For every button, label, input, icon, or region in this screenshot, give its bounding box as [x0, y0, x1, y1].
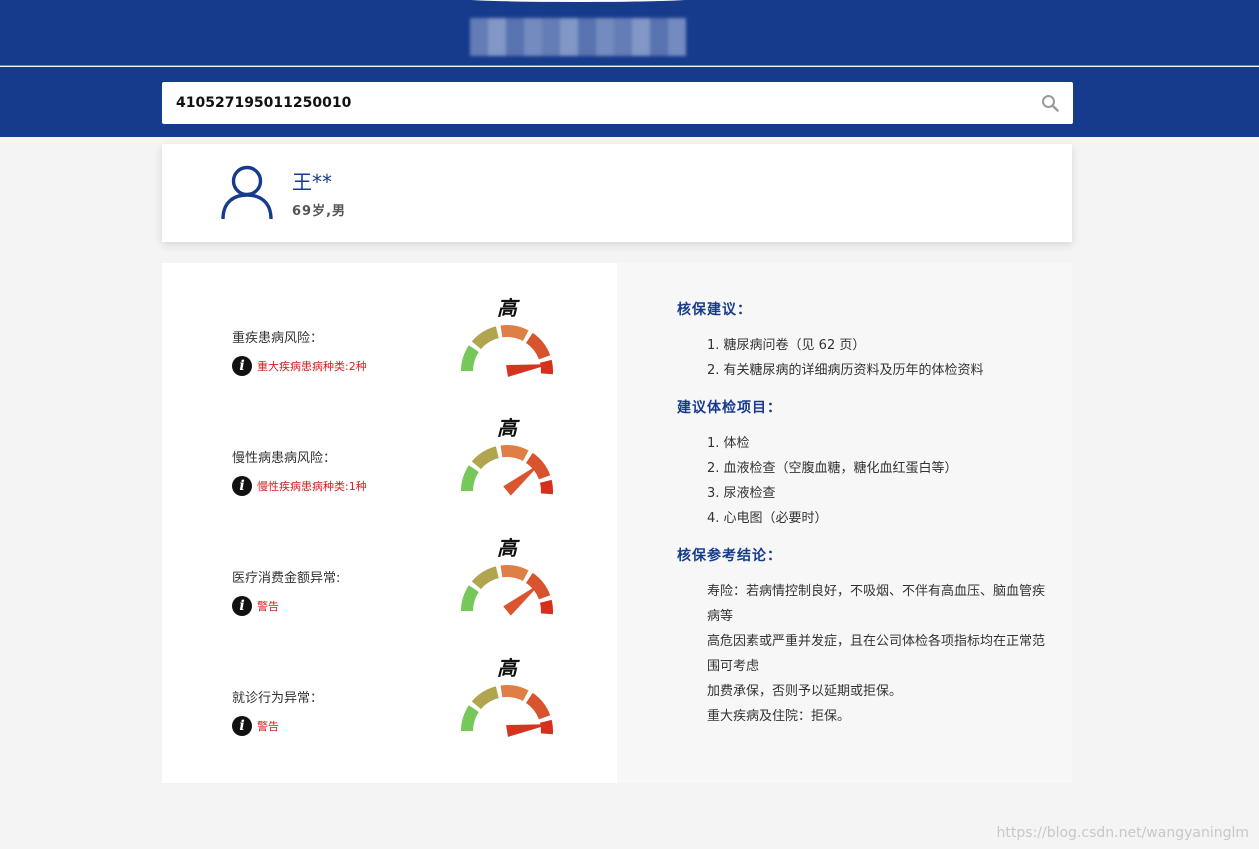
gauge-segment [539, 599, 553, 615]
advice-list: 1. 糖尿病问卷（见 62 页） 2. 有关糖尿病的详细病历资料及历年的体检资料 [707, 333, 1047, 383]
risk-label: 就诊行为异常： [232, 691, 324, 706]
conclusion-line: 高危因素或严重并发症，且在公司体检各项指标均在正常范围可考虑 [707, 634, 1046, 674]
risk-row-chronic-disease: 慢性病患病风险： i 慢性疾病患病种类:1种 高 [162, 391, 617, 511]
conclusion-line: 寿险：若病情控制良好，不吸烟、不伴有高血压、脑血管疾病等 [707, 584, 1046, 624]
risk-row-medical-spending: 医疗消费金额异常: i 警告 高 [162, 511, 617, 631]
header-bar [0, 0, 1259, 66]
gauge-segment [471, 326, 499, 350]
conclusion-title: 核保参考结论： [677, 548, 782, 564]
gauge-segment [500, 445, 529, 461]
underwriting-panel: 核保建议： 1. 糖尿病问卷（见 62 页） 2. 有关糖尿病的详细病历资料及历… [617, 263, 1072, 783]
underwriting-content: 核保建议： 1. 糖尿病问卷（见 62 页） 2. 有关糖尿病的详细病历资料及历… [677, 299, 1047, 729]
search-input[interactable] [176, 82, 1016, 124]
risk-gauge: 高 [461, 296, 553, 377]
gauge-needle [503, 582, 541, 616]
risk-note-text: 警告 [257, 600, 279, 613]
gauge-segment [526, 332, 551, 360]
gauge-segment [500, 685, 529, 701]
risk-note-text: 警告 [257, 720, 279, 733]
risk-note: i 警告 [232, 595, 279, 617]
gauge-segment [526, 572, 551, 600]
risk-gauge: 高 [461, 536, 553, 616]
logo-decoration [455, 0, 701, 2]
gauge-level-text: 高 [497, 536, 520, 560]
gauge-level-text: 高 [497, 656, 520, 680]
watermark: https://blog.csdn.net/wangyaninglm [996, 825, 1249, 841]
gauge-level-text: 高 [497, 416, 520, 440]
gauge-segment [461, 345, 479, 371]
list-item: 2. 血液检查（空腹血糖，糖化血红蛋白等） [707, 461, 958, 476]
risk-label: 医疗消费金额异常: [232, 571, 341, 586]
profile-age-gender: 69岁,男 [292, 204, 347, 219]
risk-note: i 警告 [232, 715, 279, 737]
main-panel: 重疾患病风险： i 重大疾病患病种类:2种 高 慢性病患病风险： i 慢性疾病患… [162, 263, 1072, 783]
user-avatar-icon [221, 165, 273, 220]
risk-note-text: 慢性疾病患病种类:1种 [257, 480, 367, 493]
list-item: 2. 有关糖尿病的详细病历资料及历年的体检资料 [707, 363, 984, 378]
exam-title: 建议体检项目： [677, 400, 782, 416]
gauge-segment [500, 565, 529, 581]
gauge-segment [539, 479, 553, 495]
list-item: 1. 糖尿病问卷（见 62 页） [707, 338, 866, 353]
risk-gauge: 高 [461, 656, 553, 737]
info-icon[interactable]: i [232, 716, 252, 736]
list-item: 1. 体检 [707, 436, 750, 451]
search-icon[interactable] [1041, 94, 1059, 112]
gauge-segment [526, 692, 551, 720]
gauge-segment [539, 719, 553, 735]
exam-list: 1. 体检 2. 血液检查（空腹血糖，糖化血红蛋白等） 3. 尿液检查 4. 心… [707, 431, 1047, 531]
risk-row-visit-behavior: 就诊行为异常： i 警告 高 [162, 631, 617, 751]
info-icon[interactable]: i [232, 596, 252, 616]
risk-gauge: 高 [461, 416, 553, 496]
gauge-level-text: 高 [497, 296, 520, 320]
info-icon[interactable]: i [232, 476, 252, 496]
gauge-segment [461, 705, 479, 731]
gauge-segment [539, 359, 553, 375]
conclusion-text: 寿险：若病情控制良好，不吸烟、不伴有高血压、脑血管疾病等 高危因素或严重并发症，… [707, 579, 1047, 729]
risk-note: i 重大疾病患病种类:2种 [232, 355, 367, 377]
risk-row-critical-illness: 重疾患病风险： i 重大疾病患病种类:2种 高 [162, 271, 617, 391]
gauge-segment [461, 465, 479, 491]
risk-note: i 慢性疾病患病种类:1种 [232, 475, 367, 497]
risk-label: 重疾患病风险： [232, 331, 324, 346]
advice-title: 核保建议： [677, 302, 752, 318]
profile-card: 王** 69岁,男 [162, 144, 1072, 242]
conclusion-line: 重大疾病及住院：拒保。 [707, 709, 851, 724]
list-item: 4. 心电图（必要时） [707, 511, 828, 526]
risk-note-text: 重大疾病患病种类:2种 [257, 360, 367, 373]
search-box [162, 82, 1073, 124]
info-icon[interactable]: i [232, 356, 252, 376]
gauge-segment [471, 566, 499, 590]
blurred-logo [470, 18, 686, 56]
search-bar [0, 67, 1259, 137]
gauge-segment [526, 452, 551, 480]
gauge-segment [471, 686, 499, 710]
gauge-needle [503, 462, 541, 496]
list-item: 3. 尿液检查 [707, 486, 776, 501]
gauge-segment [500, 325, 529, 341]
profile-name: 王** [292, 170, 332, 194]
gauge-segment [461, 585, 479, 611]
risk-label: 慢性病患病风险： [232, 451, 337, 466]
conclusion-line: 加费承保，否则予以延期或拒保。 [707, 684, 903, 699]
gauge-segment [471, 446, 499, 470]
